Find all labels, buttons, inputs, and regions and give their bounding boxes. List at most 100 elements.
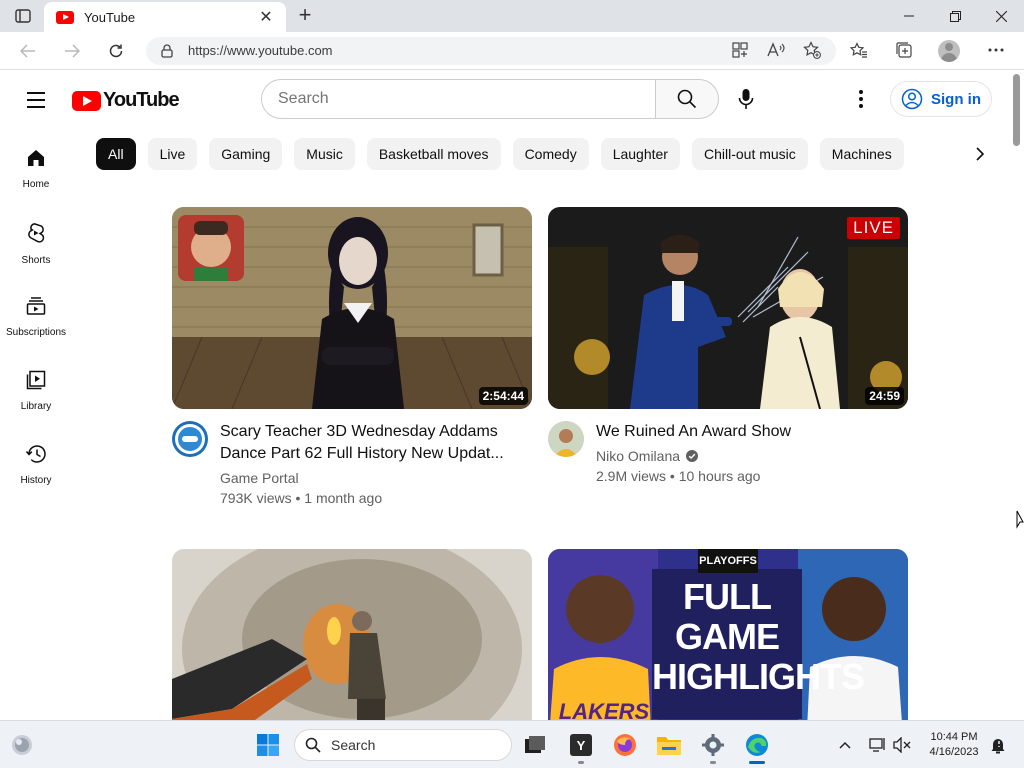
guide-label-library: Library <box>20 401 52 412</box>
search-input[interactable] <box>261 79 656 119</box>
new-tab-button[interactable]: + <box>292 4 318 28</box>
taskbar-app-settings[interactable] <box>699 731 727 759</box>
thumbnail-image <box>172 207 532 409</box>
arrow-right-icon <box>65 44 80 58</box>
taskbar-app-yahoo[interactable]: Y <box>567 731 595 759</box>
video-title[interactable]: Scary Teacher 3D Wednesday Addams Dance … <box>220 421 520 465</box>
restore-button[interactable] <box>932 0 978 32</box>
profile-avatar[interactable] <box>938 40 960 62</box>
chip-all[interactable]: All <box>96 138 136 170</box>
taskbar-search[interactable]: Search <box>294 729 512 761</box>
chip-laughter[interactable]: Laughter <box>600 138 680 170</box>
svg-text:Y: Y <box>577 738 586 753</box>
notification-bell-icon <box>991 739 1005 754</box>
chip-basketball-moves[interactable]: Basketball moves <box>366 138 501 170</box>
verified-badge-icon <box>686 450 699 462</box>
taskbar-app-file-explorer[interactable] <box>655 731 683 759</box>
weather-widget-icon <box>12 735 32 755</box>
guide-label-history: History <box>20 475 52 486</box>
browser-toolbar: https://www.youtube.com <box>0 32 1024 70</box>
url-text: https://www.youtube.com <box>188 43 333 58</box>
channel-avatar[interactable] <box>172 421 208 457</box>
chip-music[interactable]: Music <box>294 138 355 170</box>
tab-close-button[interactable]: ✕ <box>256 7 276 27</box>
shorts-icon <box>28 223 45 243</box>
back-button[interactable] <box>14 38 42 64</box>
scrollbar-thumb[interactable] <box>1013 74 1020 146</box>
tab-title: YouTube <box>84 9 136 25</box>
voice-search-button[interactable] <box>728 81 764 117</box>
video-thumbnail[interactable]: PLAYOFFS FULL GAME HIGHLIGHTS LAKERS <box>548 549 908 720</box>
search-button[interactable] <box>655 79 719 119</box>
notifications-button[interactable] <box>984 731 1012 759</box>
browser-titlebar: YouTube ✕ + <box>0 0 1024 32</box>
settings-menu-button[interactable] <box>846 81 876 117</box>
youtube-logo[interactable]: YouTube <box>72 89 180 112</box>
sign-in-label: Sign in <box>931 90 981 108</box>
refresh-button[interactable] <box>102 38 130 64</box>
volume-button[interactable] <box>888 731 916 759</box>
close-window-button[interactable] <box>978 0 1024 32</box>
chip-bar: All Live Gaming Music Basketball moves C… <box>96 138 916 172</box>
forward-button[interactable] <box>58 38 86 64</box>
guide-menu-button[interactable] <box>24 89 48 109</box>
hamburger-menu-icon <box>27 92 45 94</box>
chips-next-button[interactable] <box>966 140 994 168</box>
video-card[interactable] <box>172 549 532 720</box>
more-horizontal-icon <box>988 48 1004 52</box>
channel-name-row[interactable]: Niko Omilana <box>596 448 699 464</box>
browser-tab-youtube[interactable]: YouTube ✕ <box>44 2 286 32</box>
chip-gaming[interactable]: Gaming <box>209 138 283 170</box>
video-title[interactable]: We Ruined An Award Show <box>596 421 896 443</box>
video-thumbnail[interactable]: 2:54:44 <box>172 207 532 409</box>
collections-button[interactable] <box>893 39 915 61</box>
youtube-play-icon <box>72 90 101 111</box>
library-icon <box>26 370 46 390</box>
tab-actions-icon <box>15 9 31 23</box>
yahoo-app-icon: Y <box>570 734 592 756</box>
system-clock[interactable]: 10:44 PM 4/16/2023 <box>918 730 990 760</box>
minimize-button[interactable] <box>886 0 932 32</box>
video-thumbnail[interactable]: LIVE 24:59 <box>548 207 908 409</box>
firefox-icon <box>614 734 636 756</box>
chip-comedy[interactable]: Comedy <box>512 138 589 170</box>
video-card[interactable]: LIVE 24:59 We Ruined An Award Show Niko … <box>548 207 908 507</box>
video-duration: 2:54:44 <box>478 387 528 405</box>
microphone-icon <box>738 89 754 109</box>
taskbar-app-firefox[interactable] <box>611 731 639 759</box>
guide-item-history[interactable]: History <box>0 444 72 488</box>
settings-more-button[interactable] <box>985 39 1007 61</box>
video-card[interactable]: PLAYOFFS FULL GAME HIGHLIGHTS LAKERS <box>548 549 908 720</box>
guide-item-home[interactable]: Home <box>0 148 72 192</box>
video-thumbnail[interactable] <box>172 549 532 720</box>
taskbar-search-label: Search <box>331 737 376 753</box>
highlights-overlay: FULL GAME HIGHLIGHTS <box>652 576 865 697</box>
chip-live[interactable]: Live <box>147 138 198 170</box>
show-hidden-icons-button[interactable] <box>831 731 859 759</box>
apps-install-button[interactable] <box>729 39 751 61</box>
widgets-button[interactable] <box>8 731 36 759</box>
start-button[interactable] <box>254 731 282 759</box>
guide-item-shorts[interactable]: Shorts <box>0 222 72 268</box>
guide-item-library[interactable]: Library <box>0 370 72 414</box>
channel-name[interactable]: Game Portal <box>220 470 299 486</box>
channel-avatar[interactable] <box>548 421 584 457</box>
sign-in-button[interactable]: Sign in <box>890 81 992 117</box>
chip-chill-out-music[interactable]: Chill-out music <box>691 138 808 170</box>
add-favorite-button[interactable] <box>801 39 823 61</box>
live-badge: LIVE <box>847 217 900 239</box>
youtube-wordmark: YouTube <box>103 89 180 111</box>
chip-machines[interactable]: Machines <box>819 138 904 170</box>
windows-taskbar: Search Y 10:44 PM 4/16/2023 <box>0 720 1024 768</box>
lock-icon[interactable] <box>156 40 178 62</box>
taskbar-app-edge[interactable] <box>743 731 771 759</box>
taskbar-app-task-view[interactable] <box>521 731 549 759</box>
video-card[interactable]: 2:54:44 Scary Teacher 3D Wednesday Addam… <box>172 207 532 507</box>
page-scrollbar[interactable] <box>1010 71 1024 720</box>
guide-item-subscriptions[interactable]: Subscriptions <box>0 296 72 340</box>
arrow-left-icon <box>20 44 35 58</box>
team-jersey-text: LAKERS <box>558 699 650 720</box>
read-aloud-button[interactable] <box>765 39 787 61</box>
favorites-button[interactable] <box>848 39 870 61</box>
tab-actions-button[interactable] <box>10 6 36 26</box>
